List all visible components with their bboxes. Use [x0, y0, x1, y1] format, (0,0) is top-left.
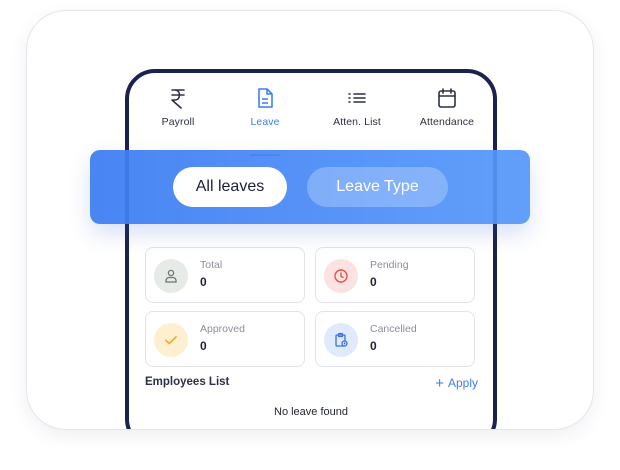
stat-value: 0: [200, 275, 207, 289]
top-tab-bar: Payroll Leave Atten. List Attendance: [129, 87, 493, 156]
apply-button[interactable]: + Apply: [435, 374, 478, 392]
stat-icon-circle: [154, 323, 188, 357]
stat-title: Approved: [200, 323, 245, 335]
rupee-icon: [133, 87, 223, 111]
phone-frame: Payroll Leave Atten. List Attendance Tot…: [125, 69, 497, 429]
tab-label: Atten. List: [333, 116, 381, 128]
check-icon: [165, 336, 177, 345]
document-icon: [220, 87, 310, 111]
tab-leave[interactable]: Leave: [220, 87, 310, 128]
leave-filter-banner: All leaves Leave Type: [90, 150, 530, 224]
stat-icon-circle: [324, 259, 358, 293]
stat-value: 0: [200, 339, 207, 353]
stat-title: Total: [200, 259, 223, 271]
stat-value: 0: [370, 275, 377, 289]
stat-value: 0: [370, 339, 377, 353]
apply-label: Apply: [447, 376, 478, 390]
stat-icon-circle: [324, 323, 358, 357]
user-icon: [165, 269, 177, 283]
plus-icon: +: [435, 375, 444, 392]
stat-pending[interactable]: Pending 0: [315, 247, 475, 303]
stat-approved[interactable]: Approved 0: [145, 311, 305, 367]
stage: Payroll Leave Atten. List Attendance Tot…: [0, 0, 620, 470]
clipboard-icon: [335, 332, 348, 347]
stat-cancelled[interactable]: Cancelled 0: [315, 311, 475, 367]
stat-total[interactable]: Total 0: [145, 247, 305, 303]
tab-payroll[interactable]: Payroll: [133, 87, 223, 128]
stat-title: Cancelled: [370, 323, 417, 335]
leave-type-button[interactable]: Leave Type: [307, 167, 448, 207]
tab-label: Payroll: [161, 116, 195, 128]
empty-state-message: No leave found: [274, 406, 348, 418]
tab-label: Leave: [250, 116, 280, 128]
list-icon: [312, 87, 402, 111]
stat-title: Pending: [370, 259, 409, 271]
calendar-icon: [402, 87, 492, 111]
employees-list-title: Employees List: [145, 376, 230, 388]
tab-attendance[interactable]: Attendance: [402, 87, 492, 128]
all-leaves-button[interactable]: All leaves: [173, 167, 287, 207]
tab-atten-list[interactable]: Atten. List: [312, 87, 402, 128]
clock-icon: [334, 269, 348, 283]
tab-label: Attendance: [419, 116, 475, 128]
stat-icon-circle: [154, 259, 188, 293]
